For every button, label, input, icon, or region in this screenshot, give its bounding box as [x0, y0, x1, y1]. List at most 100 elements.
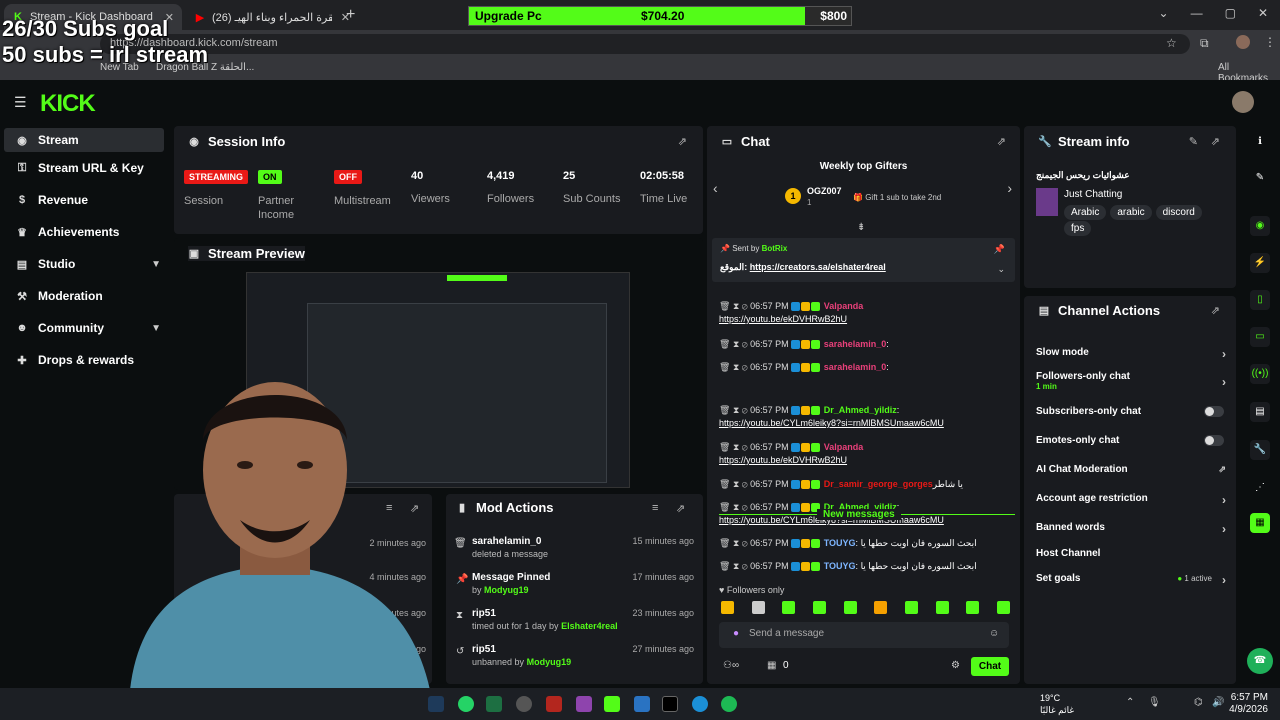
kick-logo[interactable]: KICK: [40, 90, 96, 118]
set-goals-row[interactable]: Set goals ● 1 active ›: [1036, 573, 1226, 587]
delete-icon[interactable]: 🗑: [719, 502, 733, 512]
emote-icon[interactable]: [843, 601, 857, 614]
sidebar-item-studio[interactable]: ▤ Studio ▼: [16, 254, 161, 274]
tray-chevron-icon[interactable]: ⌃: [1126, 697, 1134, 708]
share-icon[interactable]: ⋰: [1250, 478, 1270, 498]
chat-message[interactable]: 🗑 ⧗ ⊘ 06:57 PM TOUYG: ابحث السوره فان او…: [719, 537, 1014, 550]
tab-youtube[interactable]: ▶ (26) قصة البقرة الحمراء وبناء الهيـ ✕: [186, 4, 358, 30]
emote-icon[interactable]: [751, 601, 765, 614]
delete-icon[interactable]: 🗑: [719, 362, 733, 372]
slow-mode-row[interactable]: Slow mode ›: [1036, 347, 1226, 361]
tag[interactable]: arabic: [1110, 205, 1152, 220]
delete-icon[interactable]: 🗑: [719, 339, 733, 349]
new-messages-divider[interactable]: New messages: [817, 509, 901, 520]
ban-icon[interactable]: ⊘: [742, 362, 750, 372]
emote-icon[interactable]: [812, 601, 826, 614]
chevron-down-icon[interactable]: ⌄: [1159, 6, 1169, 20]
delete-icon[interactable]: 🗑: [719, 479, 733, 489]
sidebar-item-stream[interactable]: ◉ Stream: [4, 128, 164, 152]
kick-app-icon[interactable]: [604, 696, 620, 712]
chat-username[interactable]: Dr_Ahmed_yildiz: [824, 405, 897, 415]
banned-words-row[interactable]: Banned words ›: [1036, 522, 1226, 536]
star-icon[interactable]: ☆: [1166, 36, 1177, 50]
chat-message[interactable]: 🗑 ⧗ ⊘ 06:57 PM Dr_Ahmed_yildiz: https://y…: [719, 404, 1014, 430]
emote-icon[interactable]: [996, 601, 1010, 614]
network-icon[interactable]: ⌬: [1194, 697, 1203, 708]
popout-icon[interactable]: ⇗: [678, 135, 687, 148]
delete-icon[interactable]: 🗑: [719, 301, 733, 311]
app-icon[interactable]: [634, 696, 650, 712]
timeout-icon[interactable]: ⧗: [733, 502, 742, 512]
chat-link[interactable]: https://youtu.be/CYLm6leiky8?si=rnMlBMSU…: [719, 418, 944, 428]
chat-message[interactable]: 🗑 ⧗ ⊘ 06:57 PM Valpanda https://youtu.be/…: [719, 300, 1014, 326]
excel-icon[interactable]: [486, 696, 502, 712]
mic-icon[interactable]: 🎙: [1148, 697, 1161, 708]
chat-message[interactable]: 🗑 ⧗ ⊘ 06:57 PM Valpanda https://youtu.be/…: [719, 441, 1014, 467]
premiere-icon[interactable]: [428, 696, 444, 712]
chat-icon[interactable]: ▭: [1250, 327, 1270, 347]
maximize-icon[interactable]: ▢: [1225, 6, 1236, 20]
epic-icon[interactable]: [662, 696, 678, 712]
acrobat-icon[interactable]: [546, 696, 562, 712]
ban-icon[interactable]: ⊘: [742, 339, 750, 349]
close-window-icon[interactable]: ✕: [1258, 6, 1268, 20]
hamburger-icon[interactable]: ☰: [14, 94, 27, 111]
taskbar-clock[interactable]: 6:57 PM 4/9/2026: [1229, 692, 1268, 716]
layout-icon[interactable]: ▤: [1250, 402, 1270, 422]
avatar[interactable]: [1232, 91, 1254, 113]
chat-message[interactable]: 🗑 ⧗ ⊘ 06:57 PM sarahelamin_0:: [719, 361, 1014, 374]
timeout-icon[interactable]: ⧗: [733, 561, 742, 571]
whatsapp-icon[interactable]: [458, 696, 474, 712]
mic-icon[interactable]: ●: [733, 628, 739, 639]
chat-message[interactable]: 🗑 ⧗ ⊘ 06:57 PM TOUYG: ابحث السوره فان او…: [719, 560, 1014, 573]
tag[interactable]: discord: [1155, 205, 1202, 220]
bolt-icon[interactable]: ⚡: [1250, 253, 1270, 273]
emoji-icon[interactable]: ☺: [989, 628, 999, 639]
chat-username[interactable]: TOUYG: [824, 538, 856, 548]
emote-icon[interactable]: [721, 601, 734, 614]
store-icon[interactable]: ▦: [767, 660, 776, 671]
timeout-icon[interactable]: ⧗: [733, 538, 742, 548]
delete-icon[interactable]: 🗑: [719, 442, 733, 452]
chat-username[interactable]: sarahelamin_0: [824, 339, 887, 349]
timeout-icon[interactable]: ⧗: [733, 405, 742, 415]
chevron-right-icon[interactable]: ›: [1007, 180, 1012, 196]
chat-username[interactable]: Valpanda: [824, 301, 864, 311]
extensions-icon[interactable]: ⧉: [1200, 36, 1209, 51]
emote-icon[interactable]: [874, 601, 888, 614]
support-icon[interactable]: ☎: [1247, 648, 1273, 674]
url-input[interactable]: https://dashboard.kick.com/stream: [100, 34, 1190, 54]
points-icon[interactable]: ⚇∞: [723, 660, 739, 671]
volume-icon[interactable]: 🔊: [1212, 697, 1224, 708]
top-gifter-name[interactable]: OGZ007: [807, 186, 842, 196]
emote-icon[interactable]: [935, 601, 949, 614]
emote-icon[interactable]: [782, 601, 796, 614]
moderator-name[interactable]: Modyug19: [527, 657, 572, 667]
chat-username[interactable]: Dr_samir_george_gorges: [824, 479, 933, 489]
timeout-icon[interactable]: ⧗: [733, 442, 742, 452]
steam-icon[interactable]: [692, 696, 708, 712]
timeout-icon[interactable]: ⧗: [733, 339, 742, 349]
weather-widget[interactable]: 19°C غائم غالبًا: [1040, 692, 1074, 716]
ban-icon[interactable]: ⊘: [742, 405, 750, 415]
sidebar-item-moderation[interactable]: ⚒ Moderation: [16, 286, 161, 306]
chat-username[interactable]: sarahelamin_0: [824, 362, 887, 372]
chat-input[interactable]: Send a message: [719, 622, 1009, 648]
account-age-row[interactable]: Account age restriction ›: [1036, 493, 1226, 507]
timeout-icon[interactable]: ⧗: [733, 301, 742, 311]
moderator-name[interactable]: Elshater4real: [561, 621, 618, 631]
chat-link[interactable]: https://youtu.be/ekDVHRwB2hU: [719, 455, 847, 465]
settings-icon[interactable]: ⚙: [951, 660, 960, 671]
ban-icon[interactable]: ⊘: [742, 479, 750, 489]
spotify-icon[interactable]: [721, 696, 737, 712]
timeout-icon[interactable]: ⧗: [733, 362, 742, 372]
emotes-only-toggle[interactable]: [1204, 435, 1224, 446]
popout-icon[interactable]: ⇗: [1211, 304, 1220, 317]
ban-icon[interactable]: ⊘: [742, 561, 750, 571]
new-tab-button[interactable]: +: [346, 6, 355, 24]
profile-avatar[interactable]: [1236, 35, 1250, 49]
chat-send-button[interactable]: Chat: [971, 657, 1009, 676]
edit-icon[interactable]: ✎: [1250, 168, 1270, 188]
ban-icon[interactable]: ⊘: [742, 502, 750, 512]
edit-icon[interactable]: ✎: [1189, 135, 1198, 148]
